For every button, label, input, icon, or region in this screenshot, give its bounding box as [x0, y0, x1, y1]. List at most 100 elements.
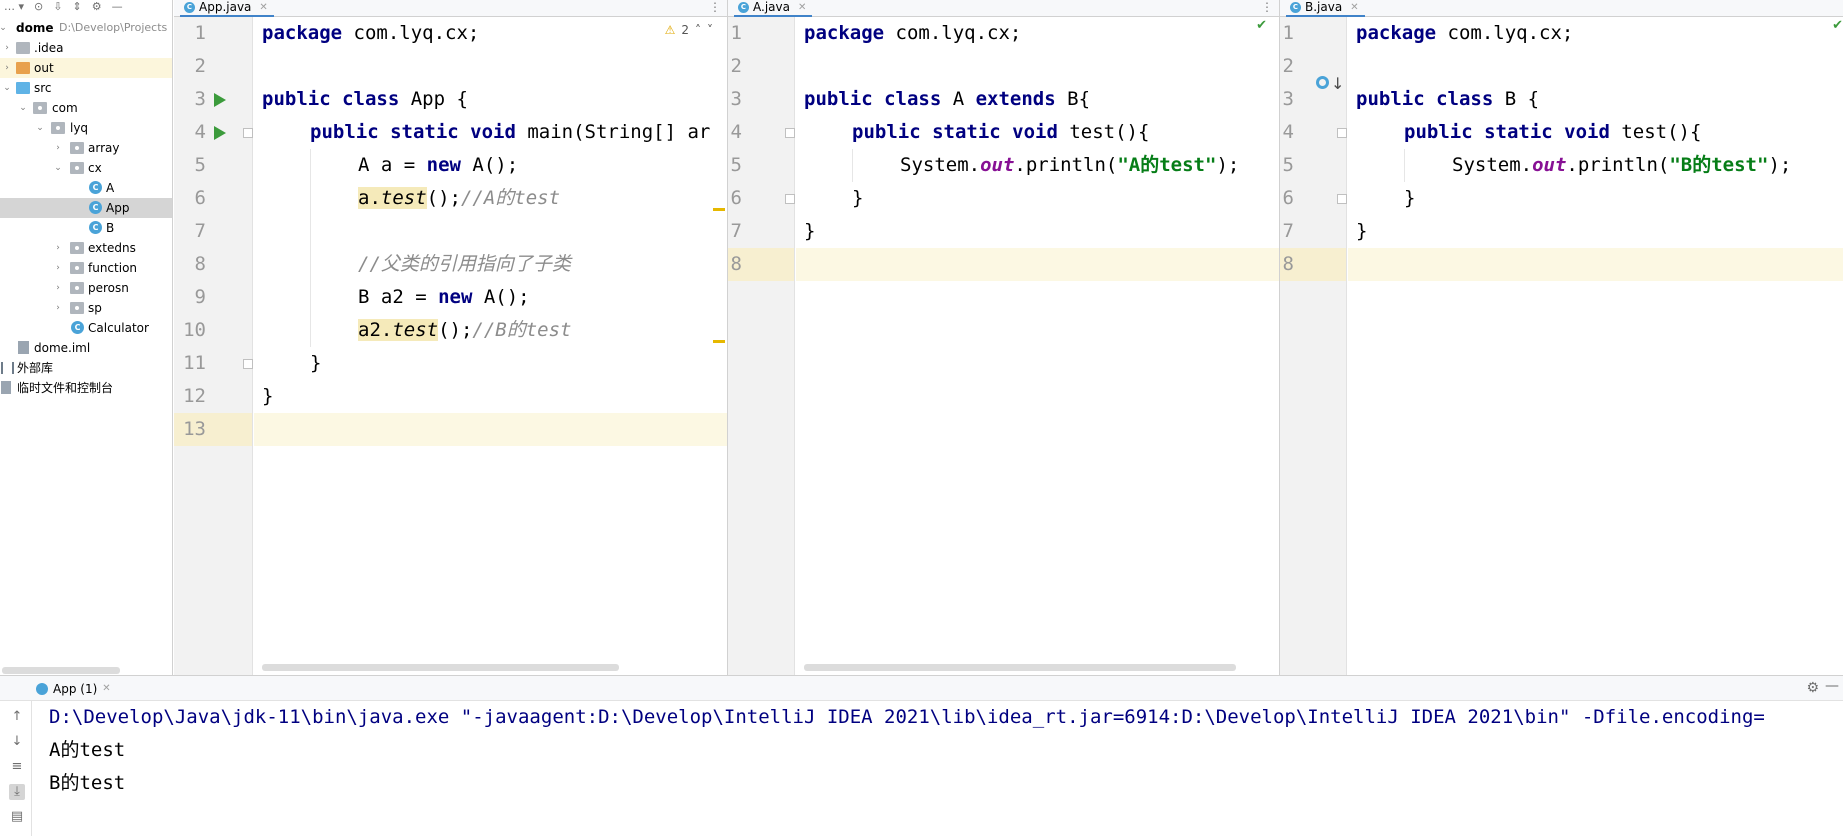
overridden-method-icon[interactable]	[1316, 76, 1329, 89]
locate-icon[interactable]: ⊙	[34, 0, 43, 14]
tree-item-idea[interactable]: › .idea	[0, 38, 172, 58]
close-icon[interactable]: ✕	[1350, 0, 1358, 15]
tab-run-app[interactable]: App (1) ✕	[30, 680, 117, 697]
arrow-up-icon[interactable]: ↑	[9, 709, 25, 725]
more-icon[interactable]: ⋮	[1261, 0, 1273, 15]
tree-item-com[interactable]: ⌄ com	[0, 98, 172, 118]
close-icon[interactable]: ✕	[102, 683, 110, 694]
tab-app-java[interactable]: C App.java ✕	[180, 0, 274, 17]
code-area[interactable]: package com.lyq.cx; public class App { p…	[254, 17, 727, 675]
chevron-down-icon[interactable]: ⌄	[0, 18, 8, 38]
fold-icon[interactable]	[1337, 194, 1347, 204]
run-main-icon[interactable]	[214, 126, 226, 140]
package-icon	[70, 142, 84, 154]
fold-icon[interactable]	[1337, 128, 1347, 138]
tree-item-perosn[interactable]: › perosn	[0, 278, 172, 298]
gear-icon[interactable]: ⚙	[1806, 680, 1819, 696]
package-icon	[33, 102, 47, 114]
minimize-icon[interactable]: —	[1825, 678, 1839, 694]
line-number: 3	[730, 88, 742, 110]
run-class-icon[interactable]	[214, 93, 226, 107]
editor-hscrollbar[interactable]	[262, 664, 619, 671]
tree-item-out[interactable]: › out	[0, 58, 172, 78]
settings-icon[interactable]: ⚙	[92, 0, 102, 14]
tree-item-cx[interactable]: ⌄ cx	[0, 158, 172, 178]
code-line-6: }	[852, 187, 864, 209]
tab-b-java[interactable]: C B.java ✕	[1286, 0, 1365, 17]
code-line-4: public static void test(){	[1404, 121, 1702, 143]
tree-item-array[interactable]: › array	[0, 138, 172, 158]
line-number: 9	[194, 286, 206, 308]
editor-gutter: 1 2 3 4 5 6 7 8	[728, 17, 795, 675]
editor-hscrollbar[interactable]	[804, 664, 1236, 671]
dropdown-icon[interactable]: … ▾	[4, 0, 24, 14]
tree-item-extedns[interactable]: › extedns	[0, 238, 172, 258]
warning-stripe[interactable]	[713, 208, 725, 211]
editor-a-java: C A.java ✕ ⋮ ✔ 1 2 3 4 5 6 7 8 package c…	[728, 0, 1280, 675]
chevron-down-icon[interactable]: ⌄	[18, 98, 28, 118]
tree-item-class-a[interactable]: C A	[0, 178, 172, 198]
code-area[interactable]: package com.lyq.cx; public class A exten…	[796, 17, 1279, 675]
chevron-right-icon[interactable]: ›	[53, 238, 63, 258]
tree-item-class-app[interactable]: C App	[0, 198, 172, 218]
class-icon: C	[184, 2, 195, 13]
line-number: 13	[183, 418, 206, 440]
tree-item-calculator[interactable]: C Calculator	[0, 318, 172, 338]
tree-item-sp[interactable]: › sp	[0, 298, 172, 318]
hide-icon[interactable]: —	[112, 0, 123, 14]
tree-item-label: out	[34, 61, 54, 75]
line-number: 3	[194, 88, 206, 110]
arrow-down-icon[interactable]: ↓	[1331, 76, 1344, 92]
code-line-4: public static void test(){	[852, 121, 1150, 143]
scroll-to-end-icon[interactable]: ⤓	[9, 784, 25, 800]
tree-item-lyq[interactable]: ⌄ lyq	[0, 118, 172, 138]
code-area[interactable]: package com.lyq.cx; public class B { pub…	[1348, 17, 1843, 675]
collapse-all-icon[interactable]: ⇕	[72, 0, 81, 14]
warning-stripe[interactable]	[713, 340, 725, 343]
fold-icon[interactable]	[785, 128, 795, 138]
chevron-right-icon[interactable]: ›	[53, 278, 63, 298]
tree-item-label: 外部库	[17, 361, 54, 375]
code-line-5: System.out.println("A的test");	[900, 154, 1240, 176]
close-icon[interactable]: ✕	[798, 0, 806, 15]
chevron-right-icon[interactable]: ›	[53, 298, 63, 318]
console-output[interactable]: D:\Develop\Java\jdk-11\bin\java.exe "-ja…	[49, 701, 1843, 836]
tree-root-dome[interactable]: ⌄ dome D:\Develop\Projects	[0, 18, 172, 38]
project-tool-window: … ▾ ⊙ ⇩ ⇕ ⚙ — ⌄ dome D:\Develop\Projects…	[0, 0, 173, 675]
tree-item-function[interactable]: › function	[0, 258, 172, 278]
tab-a-java[interactable]: C A.java ✕	[734, 0, 813, 17]
tree-item-label: .idea	[34, 41, 64, 55]
chevron-right-icon[interactable]: ›	[53, 138, 63, 158]
tree-item-scratches[interactable]: 临时文件和控制台	[0, 378, 172, 398]
project-toolbar: … ▾ ⊙ ⇩ ⇕ ⚙ —	[0, 0, 172, 14]
print-icon[interactable]: ▤	[9, 809, 25, 825]
chevron-down-icon[interactable]: ⌄	[53, 158, 63, 178]
code-line-7: }	[804, 220, 816, 242]
tree-root-path: D:\Develop\Projects	[59, 21, 168, 34]
chevron-right-icon[interactable]: ›	[2, 58, 12, 78]
tree-item-src[interactable]: ⌄ src	[0, 78, 172, 98]
expand-all-icon[interactable]: ⇩	[53, 0, 62, 14]
chevron-down-icon[interactable]: ⌄	[35, 118, 45, 138]
close-icon[interactable]: ✕	[259, 0, 267, 15]
line-number: 4	[1282, 121, 1294, 143]
soft-wrap-icon[interactable]: ≡	[9, 759, 25, 775]
code-line-3: public class A extends B{	[804, 88, 1091, 110]
scratch-icon	[1, 381, 11, 394]
tree-item-dome-iml[interactable]: dome.iml	[0, 338, 172, 358]
project-hscrollbar[interactable]	[2, 667, 120, 674]
code-line-1: package com.lyq.cx;	[1356, 22, 1574, 44]
current-line	[1348, 248, 1843, 281]
chevron-right-icon[interactable]: ›	[53, 258, 63, 278]
tree-item-external-libraries[interactable]: 外部库	[0, 358, 172, 378]
arrow-down-icon[interactable]: ↓	[9, 734, 25, 750]
chevron-right-icon[interactable]: ›	[2, 38, 12, 58]
tree-item-class-b[interactable]: C B	[0, 218, 172, 238]
more-icon[interactable]: ⋮	[709, 0, 721, 15]
fold-icon[interactable]	[243, 128, 253, 138]
chevron-down-icon[interactable]: ⌄	[2, 78, 12, 98]
line-number: 12	[183, 385, 206, 407]
line-number: 7	[1282, 220, 1294, 242]
fold-icon[interactable]	[243, 359, 253, 369]
fold-icon[interactable]	[785, 194, 795, 204]
